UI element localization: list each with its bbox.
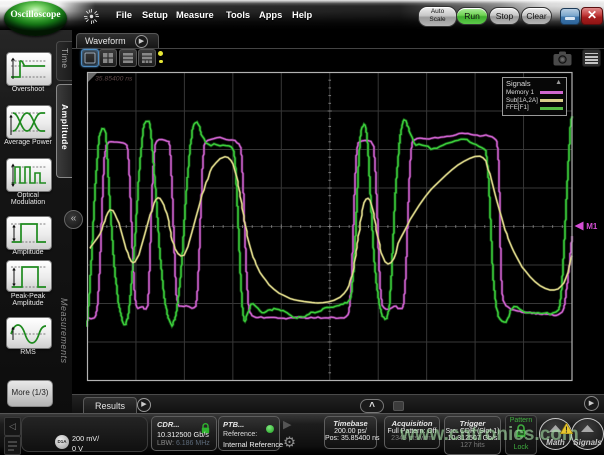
svg-text:!: ! (565, 426, 568, 435)
svg-text:35.85400 ns: 35.85400 ns (95, 76, 133, 83)
